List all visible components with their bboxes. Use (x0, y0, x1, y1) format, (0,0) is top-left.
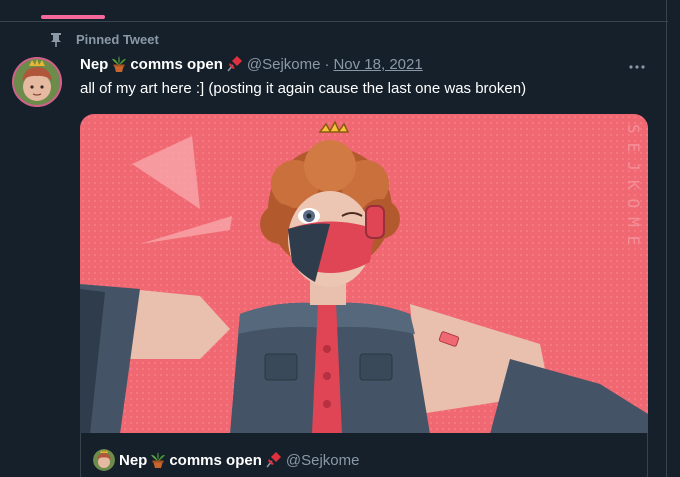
tweet-text: all of my art here :] (posting it again … (80, 80, 527, 97)
display-name-part1: Nep (80, 55, 109, 73)
watermark-text: SEJKOME (624, 124, 643, 254)
pushpin-icon (225, 55, 243, 73)
separator-dot: · (324, 55, 330, 73)
quote-tweet-card[interactable]: Nep comms open @Sejkome (80, 433, 648, 477)
tweet-header: Nep comms open @Sejkome · Nov 18, 2021 (80, 55, 423, 73)
column-border (666, 0, 667, 477)
potted-plant-icon (149, 451, 167, 469)
pinned-label-text: Pinned Tweet (76, 32, 159, 47)
quote-handle: @Sejkome (285, 451, 360, 469)
pushpin-icon (264, 451, 282, 469)
quote-header: Nep comms open @Sejkome (93, 449, 359, 471)
pinned-tweet-label: Pinned Tweet (50, 32, 159, 47)
tweet-media-image[interactable]: SEJKOME (80, 114, 648, 434)
user-handle[interactable]: @Sejkome (247, 56, 321, 73)
quote-name-part2: comms open (169, 451, 262, 469)
potted-plant-icon (110, 55, 128, 73)
pin-icon (50, 32, 62, 47)
display-name[interactable]: Nep comms open (80, 55, 245, 73)
more-icon (629, 56, 645, 74)
active-tab-indicator (41, 15, 105, 19)
divider (0, 21, 668, 22)
more-options-button[interactable] (624, 56, 650, 74)
quote-name-part1: Nep (119, 451, 148, 469)
avatar[interactable] (12, 57, 62, 107)
tweet-date[interactable]: Nov 18, 2021 (333, 56, 422, 73)
display-name-part2: comms open (130, 55, 223, 73)
quote-avatar (93, 449, 115, 471)
quote-display-name: Nep comms open (119, 451, 284, 469)
timeline-page: Pinned Tweet Nep comms open @Sejkome · N… (0, 0, 680, 477)
